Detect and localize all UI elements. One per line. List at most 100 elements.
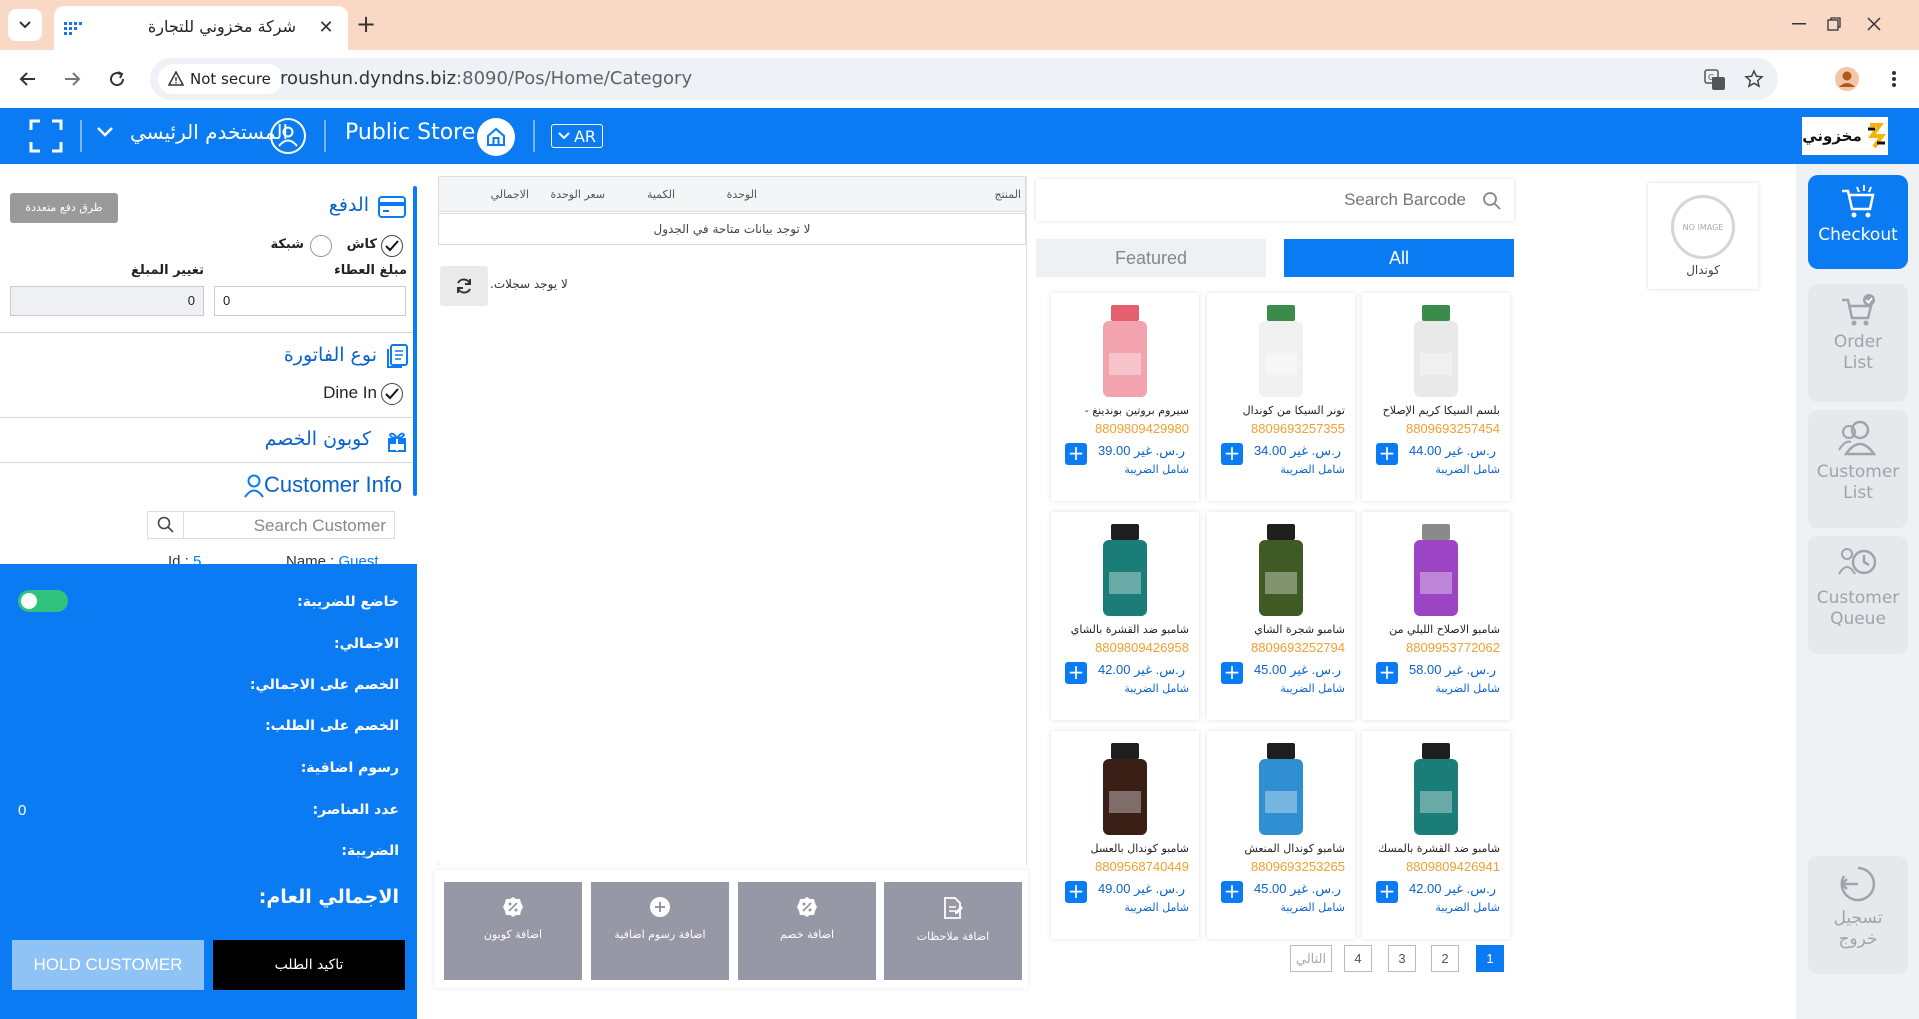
forward-button[interactable]	[56, 63, 88, 95]
pagination-page-4[interactable]: 4	[1344, 945, 1372, 972]
add-to-cart-button[interactable]: +	[1376, 881, 1398, 903]
language-select[interactable]: AR	[551, 124, 603, 148]
sidebar-item-logout[interactable]: تسجيل خروج	[1808, 856, 1908, 974]
col-product[interactable]: المنتج	[994, 188, 1021, 201]
add-coupon-button[interactable]: اضافة كوبون	[444, 882, 582, 980]
col-unit[interactable]: الوحدة	[727, 188, 757, 201]
tab-close-icon[interactable]: ✕	[314, 16, 338, 40]
pagination-page-3[interactable]: 3	[1388, 945, 1416, 972]
col-total[interactable]: الاجمالي	[491, 188, 529, 201]
add-to-cart-button[interactable]: +	[1221, 443, 1243, 465]
confirm-order-button[interactable]: تاكيد الطلب	[213, 940, 405, 990]
filter-all[interactable]: All	[1284, 239, 1514, 277]
address-bar[interactable]: Not secure roushun.dyndns.biz:8090/Pos/H…	[150, 58, 1778, 100]
multi-payment-button[interactable]: طرق دفع متعددة	[10, 193, 118, 223]
sidebar-item-checkout[interactable]: Checkout	[1808, 175, 1908, 269]
star-icon[interactable]	[1744, 69, 1764, 89]
product-card[interactable]: شامبو ضد القشرة بالشاي 8809809426958 ر.س. …	[1051, 512, 1199, 720]
translate-icon[interactable]: G	[1704, 69, 1726, 91]
taxable-toggle[interactable]	[18, 590, 68, 612]
add-to-cart-button[interactable]: +	[1221, 662, 1243, 684]
product-card[interactable]: شامبو كوندال المنعش 8809693253265 ر.س. غير…	[1207, 731, 1355, 939]
user-avatar[interactable]	[270, 118, 306, 154]
section-divider	[0, 462, 413, 463]
close-window-button[interactable]	[1852, 8, 1896, 40]
add-to-cart-button[interactable]: +	[1376, 443, 1398, 465]
pagination-next[interactable]: التالي	[1290, 945, 1332, 972]
cart-border	[1026, 176, 1027, 866]
product-card[interactable]: سيروم بروتين بوندينغ - 8809809429980 ر.س. …	[1051, 293, 1199, 501]
product-card[interactable]: شامبو ضد القشرة بالمسك 8809809426941 ر.س. …	[1362, 731, 1510, 939]
browser-menu-button[interactable]	[1878, 63, 1910, 95]
no-records-text: لا يوجد سجلات.	[490, 277, 568, 291]
sidebar-item-customer-list[interactable]: Customer List	[1808, 410, 1908, 528]
product-image	[1414, 305, 1458, 397]
filter-featured[interactable]: Featured	[1036, 239, 1266, 277]
user-name[interactable]: المستخدم الرئيسي	[130, 120, 288, 144]
add-discount-button[interactable]: اضافة خصم	[738, 882, 876, 980]
add-to-cart-button[interactable]: +	[1065, 662, 1087, 684]
pagination-page-2[interactable]: 2	[1431, 945, 1459, 972]
more-vertical-icon	[1892, 71, 1896, 87]
product-price: ر.س. غير 42.00	[1408, 881, 1496, 896]
product-price: ر.س. غير 45.00	[1253, 881, 1341, 896]
add-notes-button[interactable]: اضافة ملاحظات	[884, 882, 1022, 980]
fullscreen-icon[interactable]	[28, 118, 64, 154]
chevron-down-icon[interactable]	[96, 126, 114, 138]
cart-table-header: المنتج الوحدة الكمية سعر الوحدة الاجمالي	[438, 176, 1026, 212]
product-card[interactable]: شامبو كوندال بالعسل 8809568740449 ر.س. غير…	[1051, 731, 1199, 939]
network-label: شبكة	[270, 237, 304, 252]
profile-avatar[interactable]	[1831, 63, 1863, 95]
back-button[interactable]	[12, 63, 44, 95]
reload-icon	[110, 71, 125, 87]
section-divider	[0, 332, 413, 333]
hold-customer-button[interactable]: HOLD CUSTOMER	[12, 940, 204, 990]
url-text[interactable]: roushun.dyndns.biz:8090/Pos/Home/Categor…	[280, 68, 692, 89]
sidebar-item-customer-queue[interactable]: Customer Queue	[1808, 536, 1908, 654]
product-card[interactable]: شامبو شجرة الشاي 8809693252794 ر.س. غير 45…	[1207, 512, 1355, 720]
product-card[interactable]: بلسم السيكا كريم الإصلاح 8809693257454 ر.س…	[1362, 293, 1510, 501]
col-unit-price[interactable]: سعر الوحدة	[550, 188, 605, 201]
store-name: Public Store	[345, 120, 476, 145]
product-card[interactable]: تونر السيكا من كوندال 8809693257355 ر.س. غ…	[1207, 293, 1355, 501]
add-fees-button[interactable]: اضافة رسوم اضافية	[591, 882, 729, 980]
payment-title: الدفع	[328, 194, 369, 216]
security-chip[interactable]: Not secure	[158, 64, 283, 94]
col-qty[interactable]: الكمية	[647, 188, 675, 201]
new-tab-button[interactable]: +	[351, 9, 381, 39]
add-to-cart-button[interactable]: +	[1065, 443, 1087, 465]
panel-scrollbar[interactable]	[413, 186, 417, 496]
product-image	[1103, 743, 1147, 835]
product-barcode: 8809568740449	[1095, 859, 1189, 874]
add-to-cart-button[interactable]: +	[1065, 881, 1087, 903]
cash-radio[interactable]	[381, 235, 403, 257]
product-image	[1103, 524, 1147, 616]
browser-tab[interactable]: شركة مخزوني للتجارة ✕	[54, 6, 348, 50]
product-card[interactable]: شامبو الاصلاح الليلي من 8809953772062 ر.س.…	[1362, 512, 1510, 720]
pagination-page-1[interactable]: 1	[1476, 945, 1504, 972]
barcode-search-input[interactable]	[1046, 187, 1466, 213]
customer-search[interactable]: Search Customer	[147, 511, 395, 539]
sidebar-customer-queue-label: Customer Queue	[1816, 588, 1900, 629]
product-name: شامبو كوندال بالعسل	[1090, 842, 1189, 855]
category-card[interactable]: NO IMAGE كوندال	[1648, 183, 1758, 289]
sidebar-item-order-list[interactable]: Order List	[1808, 284, 1908, 402]
add-to-cart-button[interactable]: +	[1221, 881, 1243, 903]
reload-button[interactable]	[101, 63, 133, 95]
dine-in-radio[interactable]	[381, 383, 403, 405]
cart-actions: اضافة كوبون اضافة رسوم اضافية اضافة خصم …	[434, 870, 1028, 988]
arrow-left-icon	[19, 72, 35, 86]
brand-name: مخزوني	[1802, 127, 1862, 145]
users-icon	[1838, 420, 1877, 456]
restore-button[interactable]	[1812, 8, 1856, 40]
product-image	[1259, 743, 1303, 835]
refresh-button[interactable]	[440, 266, 488, 306]
add-to-cart-button[interactable]: +	[1376, 662, 1398, 684]
plus-circle-icon	[650, 897, 670, 917]
store-home-button[interactable]	[477, 118, 515, 156]
tendered-amount-input[interactable]: 0	[214, 286, 406, 316]
discount-total-label: الخصم على الاجمالي:	[249, 677, 399, 693]
tab-search-button[interactable]	[8, 9, 42, 41]
network-radio[interactable]	[310, 235, 332, 257]
product-barcode: 8809693257355	[1251, 421, 1345, 436]
